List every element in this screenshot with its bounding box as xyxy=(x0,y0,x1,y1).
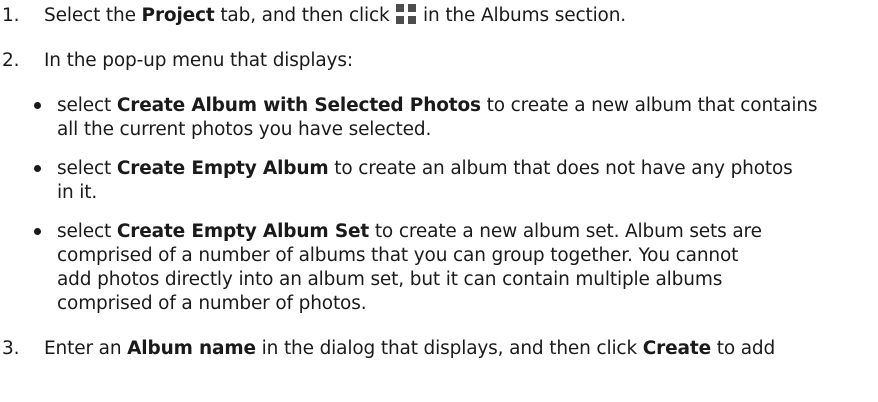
step-1-bold-project: Project xyxy=(141,5,215,26)
step-3-bold-album-name: Album name xyxy=(127,338,256,359)
step-2-text: In the pop-up menu that displays: xyxy=(44,50,353,71)
bullet-3-line-3: add photos directly into an album set, b… xyxy=(57,269,723,290)
bullet-2-bold: Create Empty Album xyxy=(116,158,329,179)
step-1-text: Select the Project tab, and then click i… xyxy=(44,4,626,28)
bullet-3-bold: Create Empty Album Set xyxy=(116,221,370,242)
bullet-3-line-4: comprised of a number of photos. xyxy=(57,293,367,314)
step-1-number: 1. xyxy=(2,5,20,26)
step-3-text-c: to add xyxy=(710,338,776,359)
bullet-1-text-b: to create a new album that contains xyxy=(480,95,818,116)
bullet-2-text-a: select xyxy=(57,158,117,179)
step-1-text-a: Select the xyxy=(44,5,142,26)
bullet-3-line-1: select Create Empty Album Set to create … xyxy=(57,220,762,244)
bullet-2-line-1: select Create Empty Album to create an a… xyxy=(57,157,793,181)
step-1-text-c: in the Albums section. xyxy=(417,5,627,26)
bullet-1-bold: Create Album with Selected Photos xyxy=(116,95,481,116)
bullet-1-text-a: select xyxy=(57,95,117,116)
step-3-text-b: in the dialog that displays, and then cl… xyxy=(255,338,643,359)
plus-icon xyxy=(396,4,417,24)
bullet-3-dot xyxy=(34,228,41,235)
bullet-2-text-b: to create an album that does not have an… xyxy=(328,158,793,179)
step-3-number: 3. xyxy=(2,338,20,359)
step-3-text: Enter an Album name in the dialog that d… xyxy=(44,337,775,361)
bullet-3-text-b: to create a new album set. Album sets ar… xyxy=(369,221,762,242)
bullet-1-line-2: all the current photos you have selected… xyxy=(57,119,432,140)
bullet-1-line-1: select Create Album with Selected Photos… xyxy=(57,94,818,118)
step-3-text-a: Enter an xyxy=(44,338,128,359)
bullet-3-text-a: select xyxy=(57,221,117,242)
bullet-2-line-2: in it. xyxy=(57,182,98,203)
instructions-document: 1. Select the Project tab, and then clic… xyxy=(0,0,878,402)
bullet-1-dot xyxy=(34,102,41,109)
bullet-2-dot xyxy=(34,165,41,172)
step-2-number: 2. xyxy=(2,50,20,71)
step-3-bold-create: Create xyxy=(642,338,711,359)
step-1-text-b: tab, and then click xyxy=(214,5,396,26)
bullet-3-line-2: comprised of a number of albums that you… xyxy=(57,245,739,266)
